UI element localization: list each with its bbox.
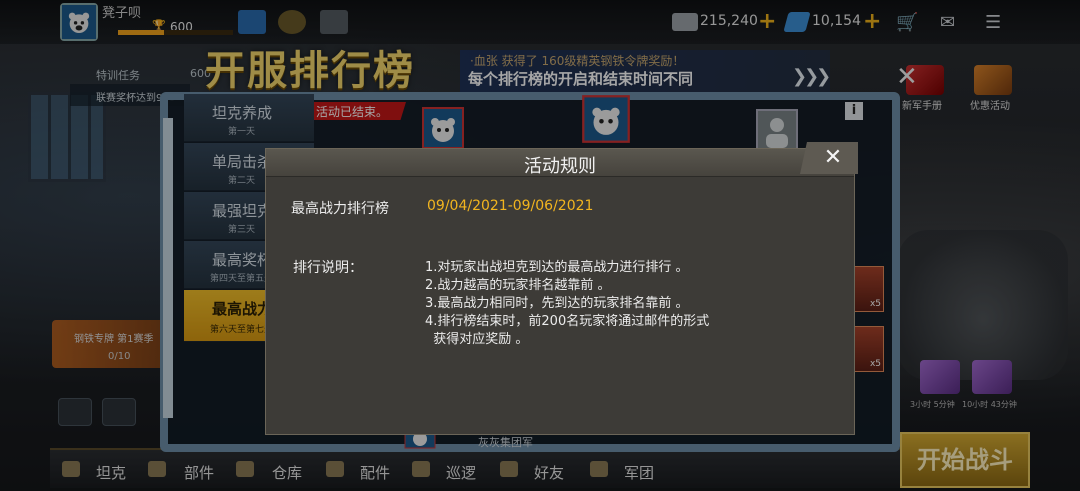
dialog-title: 活动规则 bbox=[524, 156, 596, 177]
rule-line: 3.最高战力相同时，先到达的玩家排名靠前 。 bbox=[425, 296, 689, 311]
dialog-header: 活动规则 bbox=[266, 149, 854, 177]
board-label: 最高战力排行榜 bbox=[291, 201, 389, 217]
dialog-close-button[interactable]: ✕ bbox=[800, 142, 858, 174]
rule-line: 2.战力越高的玩家排名越靠前 。 bbox=[425, 278, 611, 293]
rule-line: 4.排行榜结束时，前200名玩家将通过邮件的形式 bbox=[425, 314, 710, 329]
rules-label: 排行说明： bbox=[293, 260, 363, 276]
rules-dialog: 活动规则 最高战力排行榜 09/04/2021-09/06/2021 排行说明：… bbox=[265, 148, 855, 435]
rules-list: 1.对玩家出战坦克到达的最高战力进行排行 。 2.战力越高的玩家排名越靠前 。 … bbox=[425, 259, 709, 349]
date-range: 09/04/2021-09/06/2021 bbox=[427, 198, 594, 214]
rule-line: 1.对玩家出战坦克到达的最高战力进行排行 。 bbox=[425, 260, 689, 275]
rule-line: 获得对应奖励 。 bbox=[425, 332, 529, 347]
